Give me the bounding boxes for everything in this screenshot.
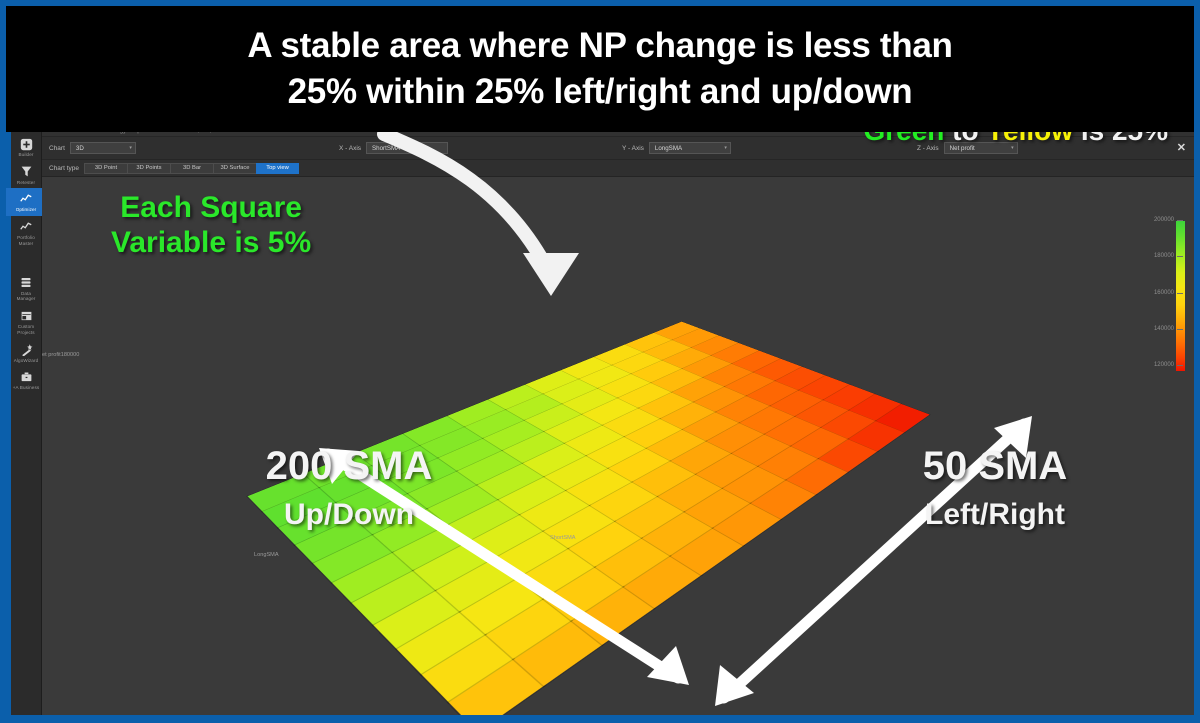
screenshot-frame: Started Builder Retester	[0, 0, 1200, 723]
arrow-200sma-shaft	[322, 448, 684, 684]
top-banner: A stable area where NP change is less th…	[6, 6, 1194, 132]
banner-line-2: 25% within 25% left/right and up/down	[287, 72, 913, 111]
arrow-50sma-shaft	[718, 418, 1030, 704]
screen: Started Builder Retester	[6, 6, 1194, 715]
banner-line-1: A stable area where NP change is less th…	[247, 26, 953, 65]
